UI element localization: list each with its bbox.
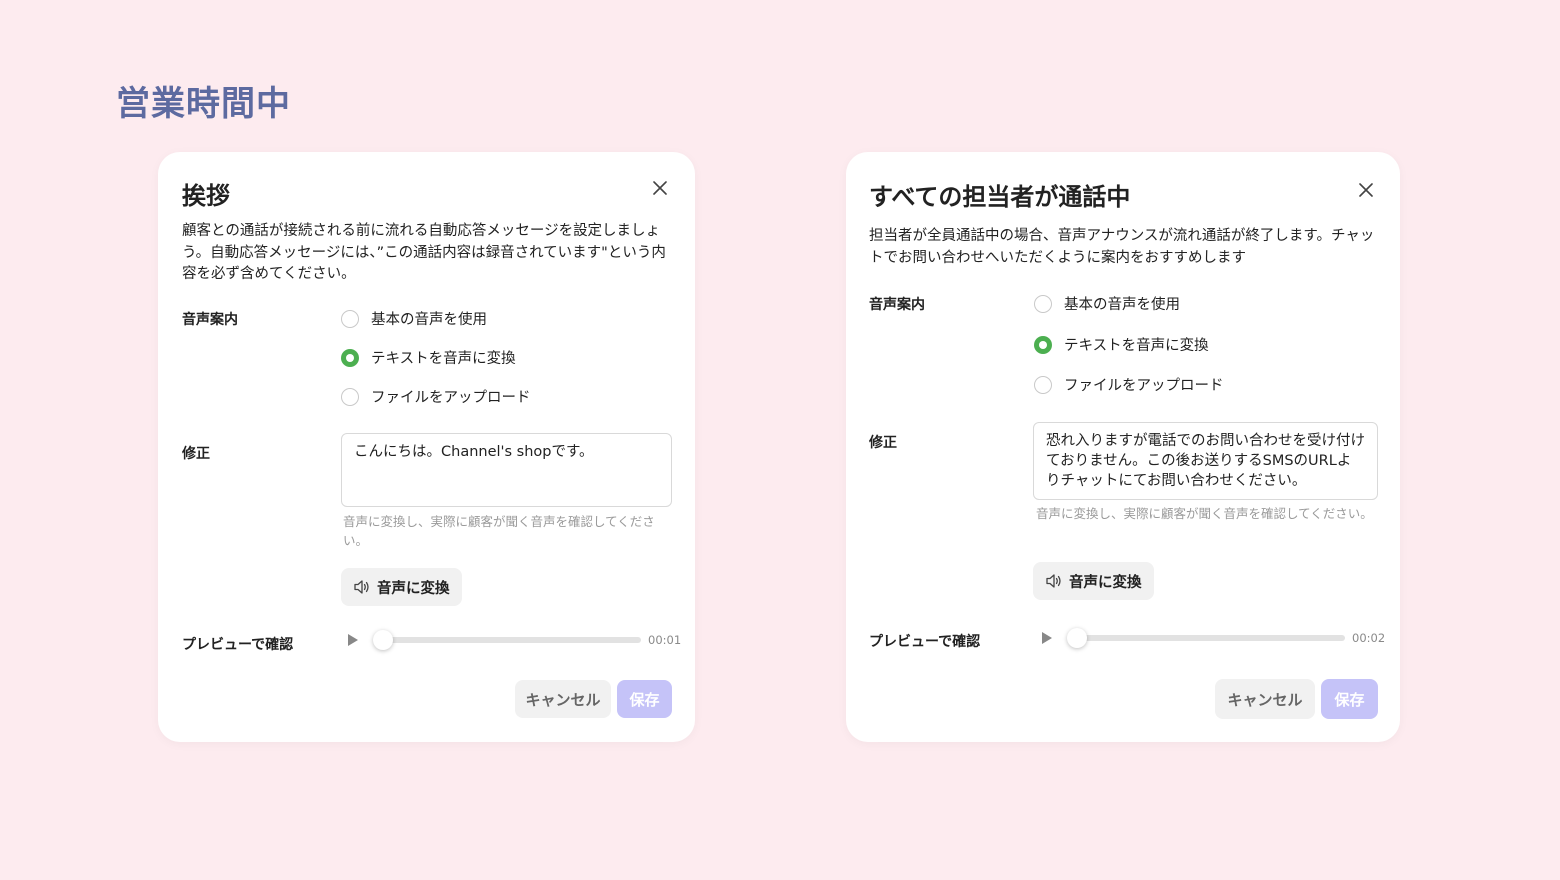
- slider-thumb[interactable]: [373, 630, 393, 650]
- radio-button[interactable]: [1034, 294, 1052, 313]
- audio-player: 00:01: [347, 630, 682, 650]
- radio-button[interactable]: [341, 387, 359, 406]
- edit-label: 修正: [182, 446, 210, 462]
- voice-guide-label: 音声案内: [182, 312, 238, 328]
- page-title: 営業時間中: [116, 84, 291, 124]
- close-icon[interactable]: [648, 176, 672, 200]
- message-textarea[interactable]: 恐れ入りますが電話でのお問い合わせを受け付けておりません。この後お送りするSMS…: [1033, 422, 1378, 500]
- radio-label: ファイルをアップロード: [371, 390, 531, 406]
- cancel-button[interactable]: キャンセル: [1215, 679, 1315, 719]
- greeting-dialog: 挨拶 顧客との通話が接続される前に流れる自動応答メッセージを設定しましょう。自動…: [158, 152, 695, 742]
- playback-time: 00:01: [648, 633, 682, 647]
- dialog-description: 顧客との通話が接続される前に流れる自動応答メッセージを設定しましょう。自動応答メ…: [182, 223, 666, 282]
- convert-button-label: 音声に変換: [1069, 574, 1142, 591]
- hint-text: 音声に変換し、実際に顧客が聞く音声を確認してください。: [1036, 506, 1373, 521]
- radio-button-selected[interactable]: [341, 348, 359, 367]
- radio-option-upload-file[interactable]: ファイルをアップロード: [1034, 374, 1224, 395]
- convert-to-speech-button[interactable]: 音声に変換: [341, 568, 462, 606]
- save-button[interactable]: 保存: [617, 680, 672, 718]
- radio-label: 基本の音声を使用: [371, 312, 487, 328]
- message-textarea[interactable]: こんにちは。Channel's shopです。: [341, 433, 672, 507]
- convert-to-speech-button[interactable]: 音声に変換: [1033, 562, 1154, 600]
- close-icon[interactable]: [1354, 178, 1378, 202]
- speaker-icon: [1046, 574, 1061, 588]
- speaker-icon: [354, 580, 369, 594]
- radio-label: 基本の音声を使用: [1064, 297, 1180, 313]
- radio-button[interactable]: [341, 309, 359, 328]
- radio-label: テキストを音声に変換: [371, 351, 516, 367]
- radio-button-selected[interactable]: [1034, 335, 1052, 354]
- convert-button-label: 音声に変換: [377, 580, 450, 597]
- play-icon[interactable]: [347, 633, 361, 647]
- voice-guide-label: 音声案内: [869, 297, 925, 313]
- radio-option-default-voice[interactable]: 基本の音声を使用: [1034, 293, 1180, 314]
- radio-option-upload-file[interactable]: ファイルをアップロード: [341, 386, 531, 407]
- playback-slider[interactable]: [373, 630, 641, 650]
- preview-label: プレビューで確認: [182, 637, 294, 653]
- edit-label: 修正: [869, 435, 897, 451]
- all-agents-busy-dialog: すべての担当者が通話中 担当者が全員通話中の場合、音声アナウンスが流れ通話が終了…: [846, 152, 1400, 742]
- preview-label: プレビューで確認: [869, 634, 981, 650]
- radio-label: ファイルをアップロード: [1064, 378, 1224, 394]
- radio-button[interactable]: [1034, 375, 1052, 394]
- play-icon[interactable]: [1041, 631, 1055, 645]
- hint-text: 音声に変換し、実際に顧客が聞く音声を確認してください。: [343, 514, 655, 548]
- playback-slider[interactable]: [1067, 628, 1345, 648]
- radio-option-text-to-speech[interactable]: テキストを音声に変換: [341, 347, 516, 368]
- dialog-title: すべての担当者が通話中: [869, 183, 1131, 211]
- radio-option-default-voice[interactable]: 基本の音声を使用: [341, 308, 487, 329]
- playback-time: 00:02: [1352, 631, 1386, 645]
- save-button[interactable]: 保存: [1321, 679, 1378, 719]
- dialog-description: 担当者が全員通話中の場合、音声アナウンスが流れ通話が終了します。チャットでお問い…: [869, 228, 1375, 266]
- slider-thumb[interactable]: [1067, 628, 1087, 648]
- audio-player: 00:02: [1041, 628, 1386, 648]
- cancel-button[interactable]: キャンセル: [515, 680, 611, 718]
- radio-option-text-to-speech[interactable]: テキストを音声に変換: [1034, 334, 1209, 355]
- radio-label: テキストを音声に変換: [1064, 338, 1209, 354]
- dialog-title: 挨拶: [182, 182, 230, 210]
